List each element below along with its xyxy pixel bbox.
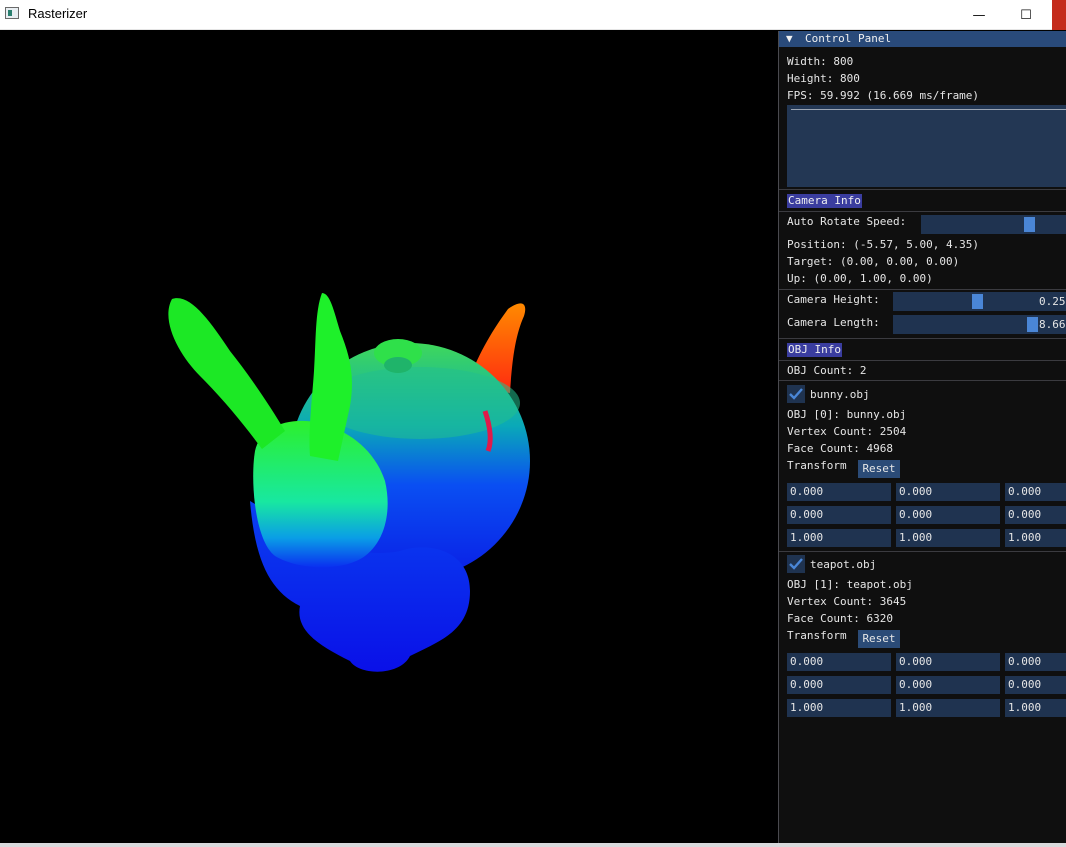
transform-field[interactable]: 0.000	[787, 653, 891, 671]
camera-height-value: 0.25	[1039, 295, 1066, 308]
camera-height-label: Camera Height:	[787, 293, 880, 306]
obj-name-text: OBJ [0]: bunny.obj	[787, 408, 907, 421]
taskbar-edge	[0, 843, 1066, 847]
app-icon	[5, 7, 19, 19]
auto-rotate-slider[interactable]	[921, 215, 1066, 234]
width-text: Width: 800	[787, 55, 854, 68]
transform-label: Transform	[787, 459, 847, 472]
bunny-checkbox-label: bunny.obj	[810, 388, 870, 401]
obj-info-header: OBJ Info	[787, 343, 842, 357]
minimize-button[interactable]: —	[956, 0, 1002, 30]
target-text: Target: (0.00, 0.00, 0.00)	[787, 255, 960, 268]
camera-height-slider[interactable]: 0.25	[893, 292, 1066, 311]
transform-field[interactable]: 1.000	[896, 699, 1000, 717]
close-button[interactable]	[1052, 0, 1066, 30]
transform-field[interactable]: 0.000	[896, 676, 1000, 694]
transform-field[interactable]: 0.000	[787, 506, 891, 524]
separator	[779, 211, 1066, 212]
reset-button[interactable]: Reset	[858, 630, 900, 648]
separator	[779, 380, 1066, 381]
fps-text: FPS: 59.992 (16.669 ms/frame)	[787, 89, 980, 102]
transform-field[interactable]: 0.000	[896, 653, 1000, 671]
obj-name-text: OBJ [1]: teapot.obj	[787, 578, 913, 591]
obj-count-text: OBJ Count: 2	[787, 364, 867, 377]
height-text: Height: 800	[787, 72, 860, 85]
check-icon	[789, 388, 803, 400]
separator	[779, 189, 1066, 190]
transform-field[interactable]: 0.000	[1005, 653, 1066, 671]
maximize-button[interactable]: ☐	[1003, 0, 1049, 30]
control-panel-header[interactable]: ▼ Control Panel	[779, 31, 1066, 47]
transform-label: Transform	[787, 629, 847, 642]
collapse-arrow-icon[interactable]: ▼	[786, 32, 793, 45]
transform-field[interactable]: 1.000	[787, 699, 891, 717]
check-icon	[789, 558, 803, 570]
slider-grab[interactable]	[972, 294, 983, 309]
slider-grab[interactable]	[1027, 317, 1038, 332]
transform-field[interactable]: 0.000	[787, 483, 891, 501]
transform-field[interactable]: 0.000	[1005, 483, 1066, 501]
minimize-icon: —	[972, 7, 986, 23]
camera-length-label: Camera Length:	[787, 316, 880, 329]
separator	[779, 551, 1066, 552]
vertex-count-text: Vertex Count: 2504	[787, 425, 907, 438]
transform-field[interactable]: 0.000	[1005, 506, 1066, 524]
separator	[779, 289, 1066, 290]
rendered-scene	[168, 293, 530, 672]
separator	[779, 360, 1066, 361]
camera-info-header: Camera Info	[787, 194, 862, 208]
control-panel-title: Control Panel	[805, 32, 892, 45]
transform-field[interactable]: 1.000	[896, 529, 1000, 547]
render-viewport[interactable]	[0, 31, 778, 843]
face-count-text: Face Count: 4968	[787, 442, 893, 455]
control-panel: ▼ Control Panel Width: 800 Height: 800 F…	[778, 31, 1066, 843]
maximize-icon: ☐	[1020, 7, 1032, 23]
slider-grab[interactable]	[1024, 217, 1035, 232]
window-title: Rasterizer	[28, 6, 88, 21]
transform-field[interactable]: 0.000	[896, 483, 1000, 501]
auto-rotate-label: Auto Rotate Speed:	[787, 215, 907, 228]
teapot-checkbox-label: teapot.obj	[810, 558, 877, 571]
up-text: Up: (0.00, 1.00, 0.00)	[787, 272, 933, 285]
transform-field[interactable]: 1.000	[1005, 529, 1066, 547]
transform-field[interactable]: 1.000	[787, 529, 891, 547]
camera-length-slider[interactable]: 8.66	[893, 315, 1066, 334]
camera-length-value: 8.66	[1039, 318, 1066, 331]
transform-field[interactable]: 0.000	[1005, 676, 1066, 694]
teapot-visible-checkbox[interactable]	[787, 555, 805, 573]
separator	[779, 338, 1066, 339]
fps-plot-line	[791, 109, 1066, 110]
window-titlebar: Rasterizer — ☐	[0, 0, 1066, 30]
transform-field[interactable]: 0.000	[896, 506, 1000, 524]
transform-field[interactable]: 1.000	[1005, 699, 1066, 717]
position-text: Position: (-5.57, 5.00, 4.35)	[787, 238, 980, 251]
vertex-count-text: Vertex Count: 3645	[787, 595, 907, 608]
fps-plot[interactable]	[787, 105, 1066, 187]
transform-field[interactable]: 0.000	[787, 676, 891, 694]
bunny-visible-checkbox[interactable]	[787, 385, 805, 403]
reset-button[interactable]: Reset	[858, 460, 900, 478]
face-count-text: Face Count: 6320	[787, 612, 893, 625]
